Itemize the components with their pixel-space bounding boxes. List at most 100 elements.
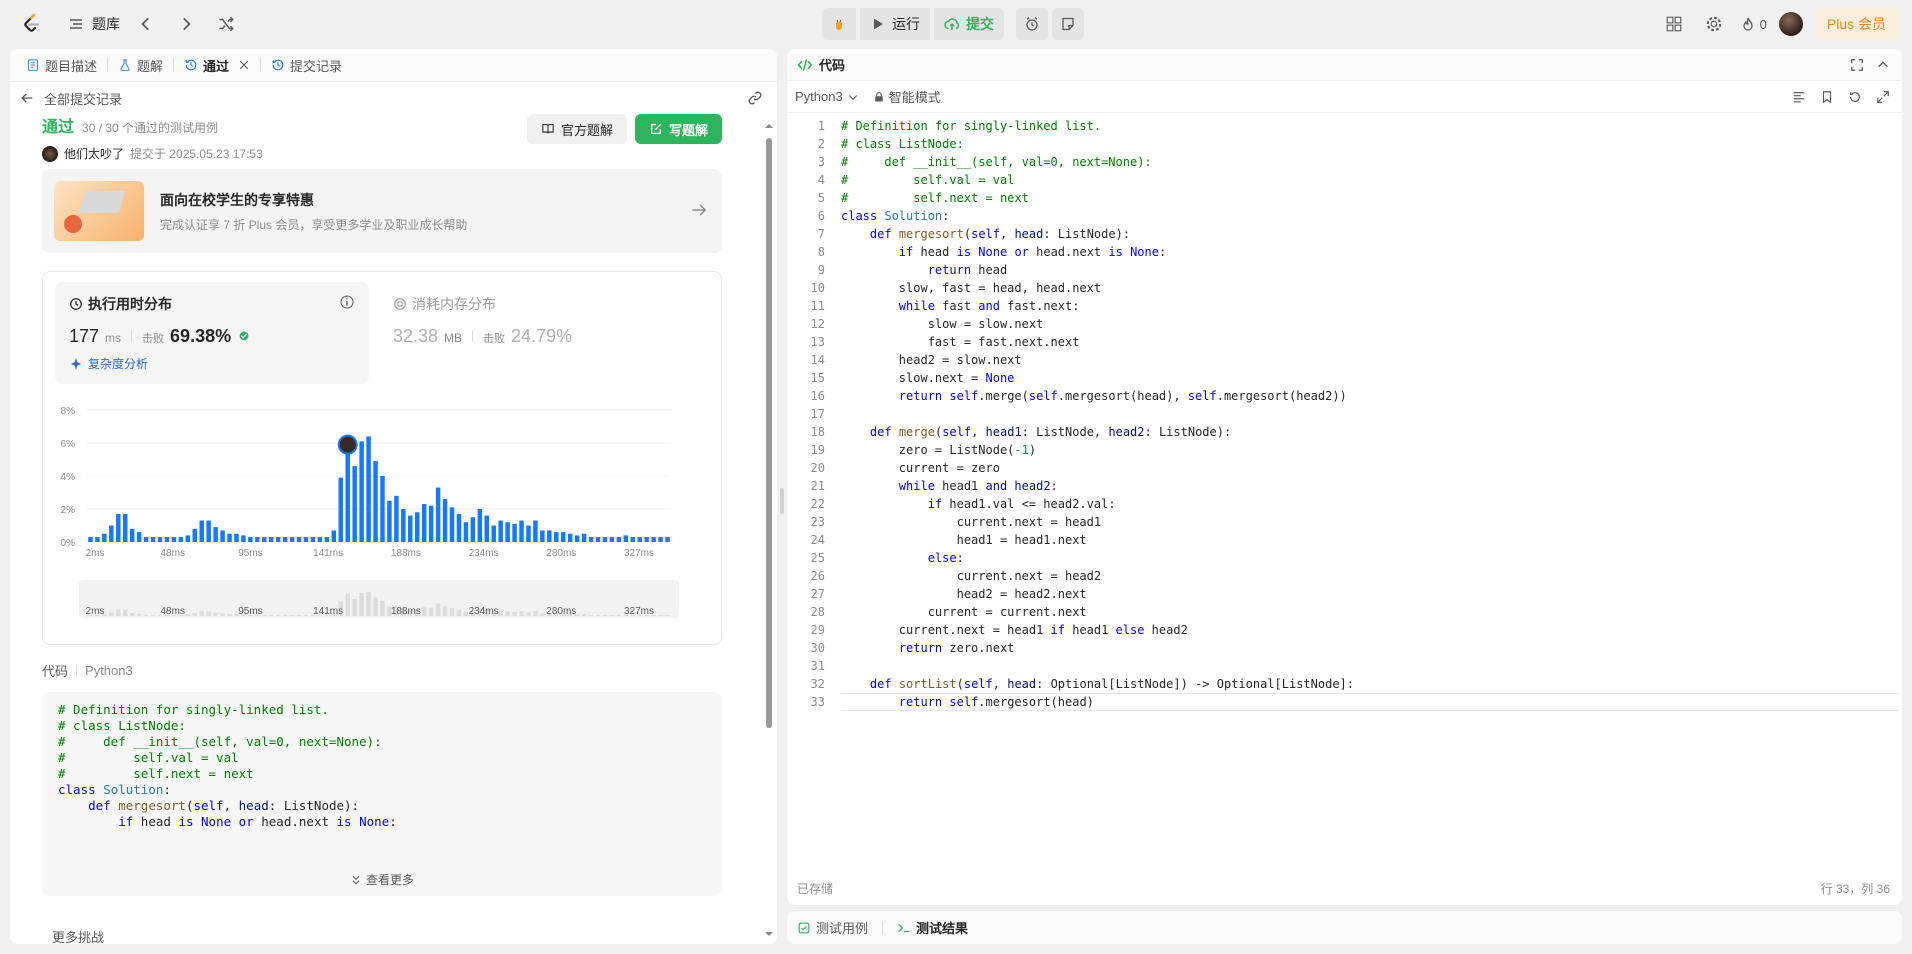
chart-bar[interactable] (526, 525, 531, 543)
panel-resize-handle[interactable] (780, 488, 784, 514)
tab-solutions[interactable]: 题解 (112, 53, 169, 77)
chart-bar[interactable] (185, 535, 191, 542)
plus-membership-button[interactable]: Plus 会员 (1814, 8, 1898, 40)
code-line[interactable]: return self.mergesort(head) (841, 693, 1354, 711)
chart-bar[interactable] (623, 535, 629, 542)
code-line[interactable]: # class ListNode: (841, 135, 1354, 153)
code-line[interactable] (841, 657, 1354, 675)
code-line[interactable]: current.next = head1 if head1 else head2 (841, 621, 1354, 639)
student-promo-banner[interactable]: 面向在校学生的专享特惠 完成认证享 7 折 Plus 会员，享受更多学业及职业成… (42, 169, 722, 253)
chart-bar[interactable] (220, 530, 225, 542)
write-solution-button[interactable]: 写题解 (634, 114, 722, 144)
chart-bar[interactable] (206, 520, 211, 542)
fullscreen-icon[interactable] (1850, 58, 1864, 72)
chart-bar[interactable] (533, 520, 538, 542)
chart-bar[interactable] (498, 520, 503, 542)
chart-bar[interactable] (248, 537, 253, 542)
code-line[interactable]: slow = slow.next (841, 315, 1354, 333)
chart-bar[interactable] (567, 533, 573, 542)
bookmark-icon[interactable] (1820, 90, 1834, 104)
code-line[interactable]: current = current.next (841, 603, 1354, 621)
timer-button[interactable] (1016, 8, 1048, 40)
link-icon[interactable] (747, 90, 763, 106)
problem-bank-link[interactable]: 题库 (68, 14, 120, 34)
code-line[interactable]: current = zero (841, 459, 1354, 477)
chart-bar[interactable] (366, 436, 371, 542)
tab-description[interactable]: 题目描述 (20, 53, 103, 77)
close-icon[interactable] (238, 59, 250, 71)
code-line[interactable]: if head is None or head.next is None: (841, 243, 1354, 261)
chart-bar[interactable] (262, 537, 267, 542)
code-line[interactable]: zero = ListNode(-1) (841, 441, 1354, 459)
tab-testcase[interactable]: 测试用例 (797, 918, 868, 937)
settings-button[interactable] (1700, 10, 1728, 38)
code-line[interactable]: class Solution: (841, 207, 1354, 225)
tab-accepted[interactable]: 通过 (178, 53, 256, 77)
chart-bar[interactable] (435, 487, 441, 542)
chart-bar[interactable] (255, 537, 260, 542)
chart-bar[interactable] (102, 533, 107, 542)
submitter-name[interactable]: 他们太吵了 (64, 145, 124, 162)
chart-bar[interactable] (470, 517, 476, 542)
streak-counter[interactable]: 0 (1740, 16, 1767, 32)
scroll-thumb[interactable] (766, 138, 772, 728)
chart-bar[interactable] (644, 537, 649, 542)
chart-bar[interactable] (449, 507, 455, 542)
chart-bar[interactable] (630, 537, 635, 542)
code-line[interactable]: def mergesort(self, head: ListNode): (841, 225, 1354, 243)
submit-button[interactable]: 提交 (934, 8, 1004, 40)
code-editor[interactable]: 1 2 3 4 5 6 7 8 9 10 11 12 13 14 15 16 17 18 19 20 21 22 23 24 2… (787, 117, 1902, 757)
chart-bar[interactable] (227, 533, 232, 542)
chart-bar[interactable] (143, 537, 149, 542)
chart-bar[interactable] (658, 537, 663, 542)
chart-bar[interactable] (310, 537, 316, 542)
chart-bar[interactable] (574, 535, 580, 542)
chart-bar[interactable] (109, 525, 114, 543)
chart-bar[interactable] (345, 444, 350, 542)
chart-bar[interactable] (428, 505, 434, 542)
chart-bar[interactable] (484, 515, 489, 542)
user-avatar[interactable] (1778, 12, 1803, 36)
back-to-submissions[interactable]: 全部提交记录 (20, 89, 122, 108)
chart-bar[interactable] (380, 476, 385, 542)
code-line[interactable]: while fast and fast.next: (841, 297, 1354, 315)
code-line[interactable]: while head1 and head2: (841, 477, 1354, 495)
layout-button[interactable] (1660, 10, 1688, 38)
code-line[interactable]: return head (841, 261, 1354, 279)
chart-bar[interactable] (442, 499, 448, 542)
chart-bar[interactable] (581, 533, 587, 542)
code-line[interactable]: current.next = head2 (841, 567, 1354, 585)
code-line[interactable] (841, 405, 1354, 423)
chart-bar[interactable] (651, 537, 656, 542)
chart-bar[interactable] (547, 530, 552, 542)
complexity-analysis-link[interactable]: 复杂度分析 (69, 355, 355, 372)
chart-bar[interactable] (554, 532, 559, 542)
chart-bar[interactable] (512, 523, 517, 542)
chart-bar[interactable] (373, 461, 378, 542)
scroll-down-icon[interactable] (765, 930, 773, 938)
collapse-icon[interactable] (1876, 58, 1890, 72)
chart-bar[interactable] (491, 525, 496, 543)
chart-bar[interactable] (136, 532, 142, 542)
code-line[interactable]: slow, fast = head, head.next (841, 279, 1354, 297)
code-line[interactable]: if head1.val <= head2.val: (841, 495, 1354, 513)
chart-bar[interactable] (116, 513, 121, 542)
chart-bar[interactable] (540, 530, 545, 542)
submitter-avatar[interactable] (42, 145, 58, 162)
prev-problem-button[interactable] (132, 10, 160, 38)
format-icon[interactable] (1792, 90, 1806, 104)
chart-bar[interactable] (241, 535, 246, 542)
chart-bar[interactable] (303, 537, 309, 542)
chart-bar[interactable] (178, 537, 184, 542)
code-line[interactable]: slow.next = None (841, 369, 1354, 387)
chart-bar[interactable] (415, 512, 420, 542)
chart-bar[interactable] (588, 537, 594, 542)
chart-bar[interactable] (561, 532, 566, 542)
next-problem-button[interactable] (172, 10, 200, 38)
code-line[interactable]: head1 = head1.next (841, 531, 1354, 549)
random-problem-button[interactable] (212, 10, 240, 38)
debug-button[interactable] (822, 8, 856, 40)
tab-submissions[interactable]: 提交记录 (265, 53, 348, 77)
chart-bar[interactable] (505, 522, 510, 542)
chart-bar[interactable] (192, 528, 197, 542)
